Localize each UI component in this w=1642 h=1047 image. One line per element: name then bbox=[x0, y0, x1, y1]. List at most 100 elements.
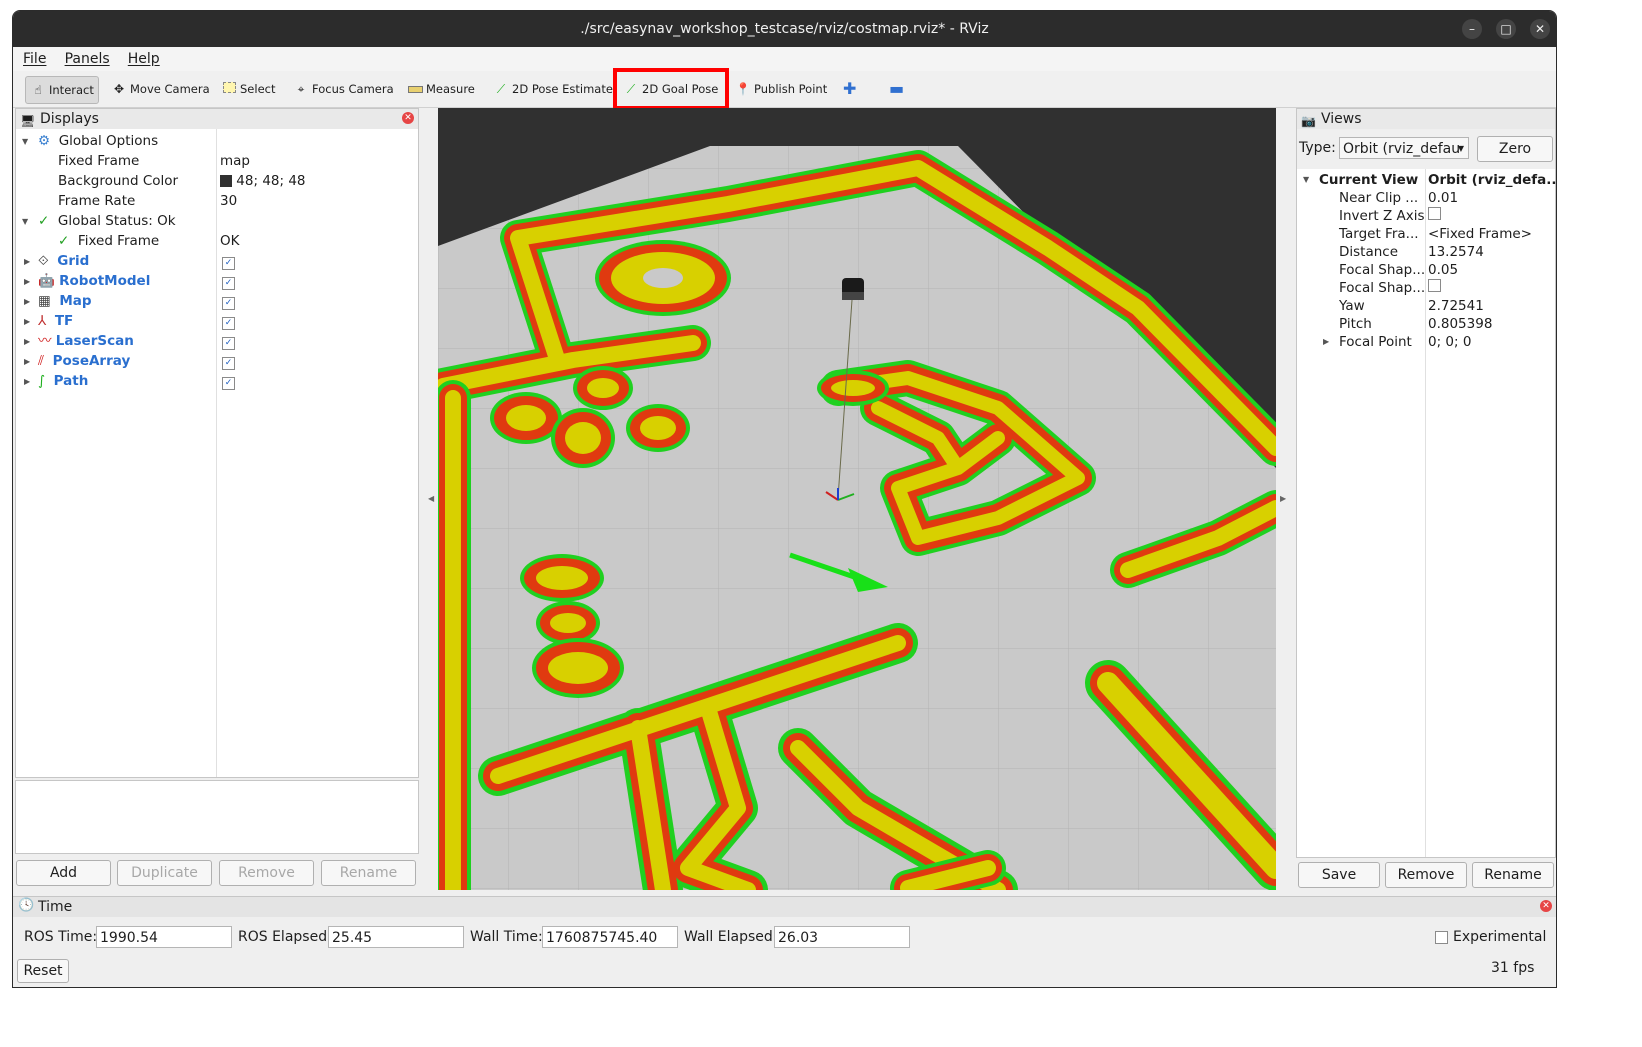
save-view-button[interactable]: Save bbox=[1298, 862, 1380, 888]
menu-panels[interactable]: Panels bbox=[61, 47, 114, 71]
collapse-right-icon[interactable]: ▶ bbox=[1280, 494, 1286, 503]
pose-estimate-tool-button[interactable]: ⟋ 2D Pose Estimate bbox=[493, 76, 613, 102]
collapse-arrow-icon[interactable]: ▶ bbox=[24, 297, 30, 306]
rename-display-button[interactable]: Rename bbox=[321, 860, 416, 886]
floor-plane bbox=[438, 146, 1276, 890]
display-item-posearray[interactable]: ⫽ PoseArray bbox=[38, 351, 130, 371]
display-enable-checkbox[interactable]: ✓ bbox=[222, 351, 235, 371]
pose-estimate-label: 2D Pose Estimate bbox=[512, 82, 613, 96]
collapse-arrow-icon[interactable]: ▶ bbox=[24, 337, 30, 346]
zero-view-button[interactable]: Zero bbox=[1477, 136, 1553, 162]
expand-arrow-icon[interactable]: ▼ bbox=[22, 217, 28, 226]
view-type-select[interactable]: Orbit (rviz_defau ▼ bbox=[1339, 137, 1469, 159]
collapse-arrow-icon[interactable]: ▶ bbox=[1323, 337, 1329, 346]
display-item-tf[interactable]: ⅄ TF bbox=[38, 311, 73, 331]
view-prop-label: Target Fra... bbox=[1339, 226, 1419, 242]
background-color-value[interactable]: 48; 48; 48 bbox=[220, 171, 306, 191]
rename-view-button[interactable]: Rename bbox=[1472, 862, 1554, 888]
remove-display-button[interactable]: Remove bbox=[219, 860, 314, 886]
display-item-laserscan[interactable]: 〰 LaserScan bbox=[38, 331, 134, 351]
grid-icon: ⟐ bbox=[38, 253, 49, 269]
view-prop-value[interactable]: 0.05 bbox=[1428, 261, 1458, 279]
view-prop-label: Distance bbox=[1339, 244, 1399, 260]
move-camera-tool-button[interactable]: ✥ Move Camera bbox=[111, 76, 210, 102]
map-grid-icon: ▦ bbox=[38, 293, 51, 309]
add-display-button[interactable]: Add bbox=[16, 860, 111, 886]
global-options-row[interactable]: ⚙ Global Options bbox=[38, 131, 158, 151]
close-panel-icon[interactable]: ✕ bbox=[402, 112, 414, 124]
view-prop-value[interactable]: 0.805398 bbox=[1428, 315, 1492, 333]
interact-tool-button[interactable]: ☝ Interact bbox=[25, 76, 99, 104]
collapse-arrow-icon[interactable]: ▶ bbox=[24, 277, 30, 286]
display-item-path[interactable]: ∫ Path bbox=[38, 371, 88, 391]
invert-z-checkbox[interactable] bbox=[1428, 207, 1441, 225]
status-fixed-frame-row: ✓ Fixed Frame bbox=[58, 231, 159, 251]
display-item-grid[interactable]: ⟐ Grid bbox=[38, 251, 89, 271]
minimize-icon[interactable]: – bbox=[1462, 19, 1482, 39]
current-view-label: Current View bbox=[1319, 172, 1419, 188]
measure-tool-button[interactable]: Measure bbox=[407, 76, 475, 102]
duplicate-display-button[interactable]: Duplicate bbox=[117, 860, 212, 886]
display-enable-checkbox[interactable]: ✓ bbox=[222, 271, 235, 291]
wall-time-field[interactable]: 1760875745.40 bbox=[542, 926, 678, 948]
wall-elapsed-label: Wall Elapsed: bbox=[684, 929, 778, 945]
collapse-arrow-icon[interactable]: ▶ bbox=[24, 357, 30, 366]
display-enable-checkbox[interactable]: ✓ bbox=[222, 371, 235, 391]
3d-viewport[interactable] bbox=[438, 108, 1276, 890]
view-prop-value[interactable]: 0; 0; 0 bbox=[1428, 333, 1471, 351]
crosshair-icon: ⌖ bbox=[297, 82, 305, 96]
display-enable-checkbox[interactable]: ✓ bbox=[222, 331, 235, 351]
collapse-arrow-icon[interactable]: ▶ bbox=[24, 257, 30, 266]
display-item-label: TF bbox=[54, 313, 74, 329]
close-icon[interactable]: ✕ bbox=[1530, 19, 1550, 39]
view-prop-value[interactable]: <Fixed Frame> bbox=[1428, 225, 1532, 243]
remove-tool-icon[interactable]: ▬ bbox=[889, 76, 904, 102]
display-item-label: Map bbox=[59, 293, 92, 309]
add-tool-icon[interactable]: ✚ bbox=[843, 76, 856, 102]
ros-time-field[interactable]: 1990.54 bbox=[96, 926, 232, 948]
display-enable-checkbox[interactable]: ✓ bbox=[222, 251, 235, 271]
publish-point-tool-button[interactable]: 📍 Publish Point bbox=[735, 76, 828, 102]
ros-elapsed-field[interactable]: 25.45 bbox=[328, 926, 464, 948]
view-prop-value[interactable]: 2.72541 bbox=[1428, 297, 1484, 315]
display-enable-checkbox[interactable]: ✓ bbox=[222, 311, 235, 331]
measure-label: Measure bbox=[426, 82, 475, 96]
collapse-arrow-icon[interactable]: ▶ bbox=[24, 377, 30, 386]
experimental-checkbox[interactable] bbox=[1435, 931, 1448, 948]
focal-shape-checkbox[interactable] bbox=[1428, 279, 1441, 297]
toolbar: ☝ Interact ✥ Move Camera Select ⌖ Focus Cam… bbox=[13, 71, 1556, 108]
wall-time-label: Wall Time: bbox=[470, 929, 543, 945]
view-prop-value[interactable]: 13.2574 bbox=[1428, 243, 1484, 261]
focus-camera-tool-button[interactable]: ⌖ Focus Camera bbox=[293, 76, 394, 102]
frame-rate-value[interactable]: 30 bbox=[220, 191, 237, 211]
global-status-row[interactable]: ✓ Global Status: Ok bbox=[38, 211, 176, 231]
displays-header: 🖥 Displays ✕ bbox=[16, 109, 418, 129]
display-item-label: LaserScan bbox=[55, 333, 134, 349]
collapse-arrow-icon[interactable]: ▶ bbox=[24, 317, 30, 326]
reset-button[interactable]: Reset bbox=[17, 959, 69, 983]
select-tool-button[interactable]: Select bbox=[221, 76, 275, 102]
ros-time-label: ROS Time: bbox=[24, 929, 98, 945]
window-title: ./src/easynav_workshop_testcase/rviz/cos… bbox=[580, 21, 989, 37]
collapse-left-icon[interactable]: ◀ bbox=[428, 494, 434, 503]
title-bar: ./src/easynav_workshop_testcase/rviz/cos… bbox=[13, 11, 1556, 47]
view-type-value: Orbit (rviz_defau bbox=[1343, 141, 1461, 157]
interact-label: Interact bbox=[49, 83, 94, 97]
close-panel-icon[interactable]: ✕ bbox=[1540, 900, 1552, 912]
background-color-text: 48; 48; 48 bbox=[236, 173, 306, 189]
menu-file[interactable]: File bbox=[19, 47, 50, 71]
menu-help[interactable]: Help bbox=[124, 47, 164, 71]
pose-arrows-icon: ⫽ bbox=[38, 353, 45, 369]
expand-arrow-icon[interactable]: ▼ bbox=[22, 137, 28, 146]
displays-panel: 🖥 Displays ✕ ▼ ⚙ Global Options Fixed Fr… bbox=[15, 108, 419, 778]
display-item-map[interactable]: ▦ Map bbox=[38, 291, 92, 311]
display-item-label: PoseArray bbox=[52, 353, 131, 369]
maximize-icon[interactable]: □ bbox=[1496, 19, 1516, 39]
expand-arrow-icon[interactable]: ▼ bbox=[1303, 175, 1309, 184]
fixed-frame-value[interactable]: map bbox=[220, 151, 250, 171]
wall-elapsed-field[interactable]: 26.03 bbox=[774, 926, 910, 948]
display-enable-checkbox[interactable]: ✓ bbox=[222, 291, 235, 311]
view-prop-value[interactable]: 0.01 bbox=[1428, 189, 1458, 207]
remove-view-button[interactable]: Remove bbox=[1385, 862, 1467, 888]
display-item-robotmodel[interactable]: 🤖 RobotModel bbox=[38, 271, 150, 291]
